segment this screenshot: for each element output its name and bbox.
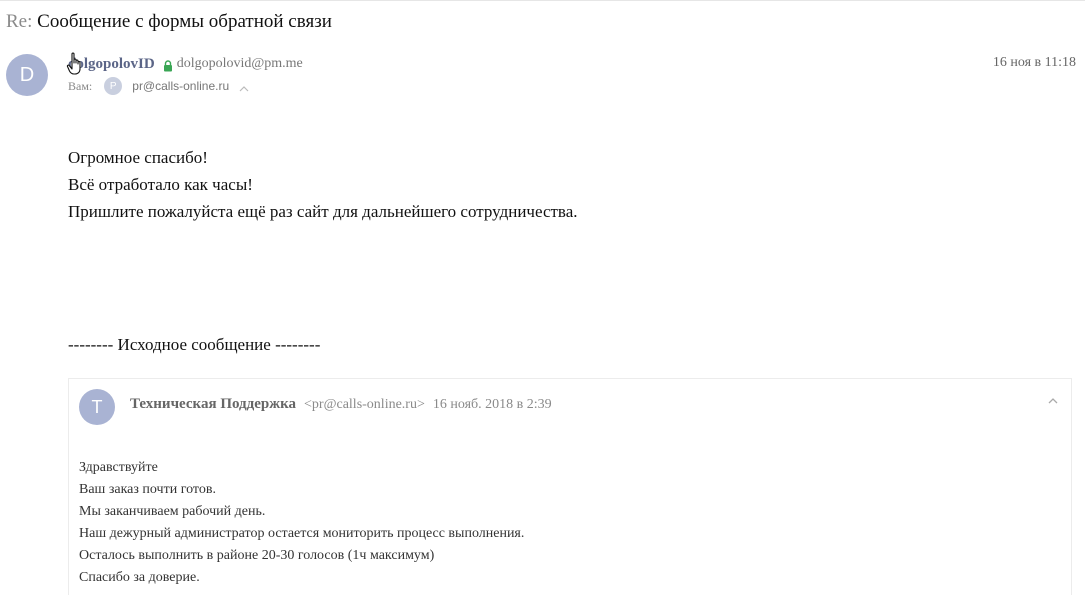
body-line: Огромное спасибо! [68,148,208,167]
quoted-body-line: Ваш заказ почти готов. [79,482,216,497]
quoted-body-line: Спасибо за доверие. [79,570,200,585]
recipients-label: Вам: [68,78,93,93]
quoted-body-line: Наш дежурный администратор остается мони… [79,526,525,541]
message-body: Огромное спасибо! Всё отработало как час… [68,144,578,225]
sender-line: dolgopolovID dolgopolovid@pm.me [68,54,303,74]
sender-avatar[interactable]: D [6,54,48,96]
quoted-body-line: Осталось выполнить в районе 20-30 голосо… [79,548,435,563]
recipients-line: Вам: P pr@calls-online.ru [68,76,249,96]
quoted-sender-email[interactable]: <pr@calls-online.ru> [304,397,425,413]
body-line: Пришлите пожалуйста ещё раз сайт для дал… [68,202,578,221]
recipient-email[interactable]: pr@calls-online.ru [132,79,229,93]
subject-reply-prefix: Re: [6,11,33,32]
hand-cursor-icon [66,52,86,76]
body-line: Всё отработало как часы! [68,175,253,194]
sender-avatar-initial: D [19,63,35,86]
recipient-avatar-initial: P [109,80,117,92]
sender-email[interactable]: dolgopolovid@pm.me [177,56,303,72]
original-message-separator: -------- Исходное сообщение -------- [68,335,321,354]
quoted-body-line: Здравствуйте [79,460,158,475]
message-subject: Re: Сообщение с формы обратной связи [6,10,332,34]
quoted-body: Здравствуйте Ваш заказ почти готов. Мы з… [79,457,524,589]
quoted-header: Техническая Поддержка <pr@calls-online.r… [130,396,552,416]
quoted-sender-avatar[interactable]: T [79,389,115,425]
quoted-date: 16 нояб. 2018 в 2:39 [432,397,552,412]
recipient-avatar: P [104,77,123,95]
lock-icon [163,59,173,72]
subject-text: Сообщение с формы обратной связи [37,11,332,32]
quoted-sender-name[interactable]: Техническая Поддержка [130,396,296,413]
top-divider [0,0,1085,1]
message-date: 16 ноя в 11:18 [992,55,1076,70]
collapse-chevron-icon[interactable] [1047,393,1059,404]
quoted-message: T Техническая Поддержка <pr@calls-online… [68,378,1072,595]
chevron-up-icon[interactable] [239,79,249,97]
quoted-body-line: Мы заканчиваем рабочий день. [79,504,266,519]
quoted-avatar-initial: T [91,396,103,417]
